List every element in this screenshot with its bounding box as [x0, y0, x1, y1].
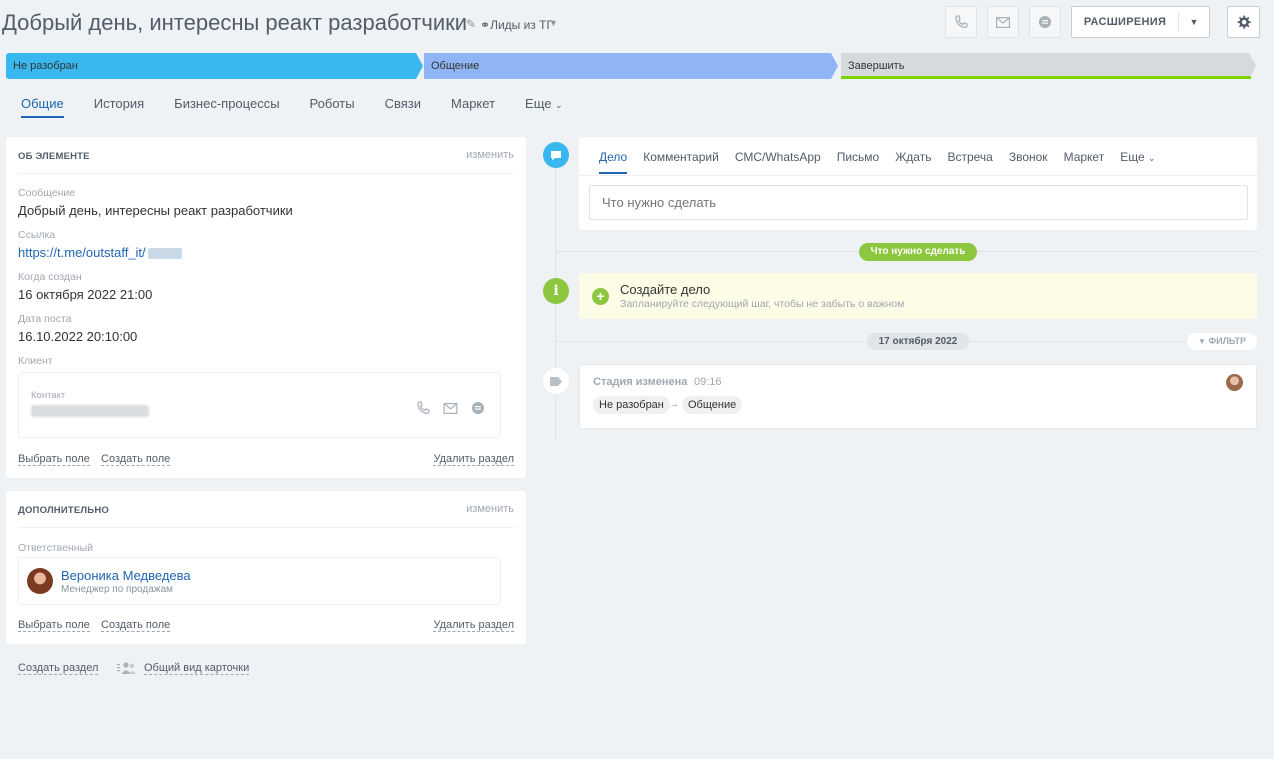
users-icon	[117, 662, 136, 674]
field-label: Дата поста	[18, 313, 72, 325]
redacted-text	[147, 248, 182, 260]
avatar[interactable]	[1226, 374, 1243, 391]
create-section-link[interactable]: Создать раздел	[18, 662, 99, 675]
create-field-link[interactable]: Создать поле	[101, 453, 171, 466]
responsible-position: Менеджер по продажам	[61, 584, 173, 595]
tab-general[interactable]: Общие	[21, 96, 64, 118]
stage-finish-indicator	[841, 76, 1251, 79]
additional-section: ДОПОЛНИТЕЛЬНО изменить Ответственный Вер…	[6, 491, 526, 644]
category-selector[interactable]: ⚭Лиды из ТГ	[480, 18, 553, 32]
composer-tab-sms[interactable]: СМС/WhatsApp	[735, 150, 821, 174]
created-value: 16 октября 2022 21:00	[18, 287, 153, 302]
plus-icon[interactable]: +	[592, 288, 609, 305]
field-label: Ссылка	[18, 229, 56, 241]
chevron-down-icon: ⌄	[555, 100, 563, 110]
phone-icon[interactable]	[416, 401, 430, 415]
tab-robots[interactable]: Роботы	[310, 96, 355, 118]
mail-icon	[996, 16, 1010, 28]
composer-tab-wait[interactable]: Ждать	[895, 150, 931, 174]
phone-icon	[955, 15, 968, 28]
tab-links[interactable]: Связи	[385, 96, 421, 118]
create-task-title: Создайте дело	[620, 282, 711, 297]
date-pill: 17 октября 2022	[867, 333, 969, 350]
section-title: ДОПОЛНИТЕЛЬНО	[18, 505, 109, 516]
link-value[interactable]: https://t.me/outstaff_it/	[18, 245, 182, 260]
chat-icon	[1039, 16, 1051, 28]
contact-name-redacted[interactable]	[31, 405, 149, 417]
gear-icon	[1237, 14, 1251, 29]
event-dot	[543, 368, 569, 394]
event-time: 09:16	[694, 376, 722, 388]
composer-tab-email[interactable]: Письмо	[837, 150, 880, 174]
edit-section-link[interactable]: изменить	[466, 503, 514, 515]
arrow-right-icon: →	[669, 399, 679, 410]
tab-history[interactable]: История	[94, 96, 144, 118]
tag-icon	[550, 376, 562, 386]
email-button[interactable]	[987, 6, 1019, 38]
composer-tab-more[interactable]: Еще ⌄	[1120, 150, 1155, 174]
tab-business-processes[interactable]: Бизнес-процессы	[174, 96, 279, 118]
about-section: ОБ ЭЛЕМЕНТЕ изменить Сообщение Добрый де…	[6, 137, 526, 478]
stage-change-event: Стадия изменена 09:16 Не разобран → Обще…	[579, 364, 1257, 429]
filter-icon: ▼	[1198, 337, 1206, 346]
select-field-link[interactable]: Выбрать поле	[18, 619, 90, 632]
task-input[interactable]	[589, 185, 1248, 220]
composer-tab-meeting[interactable]: Встреча	[947, 150, 992, 174]
chevron-down-icon[interactable]: ▼	[549, 18, 558, 28]
call-button[interactable]	[945, 6, 977, 38]
settings-button[interactable]	[1227, 6, 1260, 38]
stage-new[interactable]: Не разобран	[6, 53, 423, 79]
extensions-button[interactable]: РАСШИРЕНИЯ ▼	[1071, 6, 1210, 38]
delete-section-link[interactable]: Удалить раздел	[433, 453, 514, 466]
create-field-link[interactable]: Создать поле	[101, 619, 171, 632]
create-task-banner[interactable]: + Создайте дело Запланируйте следующий ш…	[579, 273, 1257, 319]
contact-label: Контакт	[31, 390, 66, 401]
select-field-link[interactable]: Выбрать поле	[18, 453, 90, 466]
todo-pill: Что нужно сделать	[859, 243, 977, 261]
field-label: Ответственный	[18, 542, 93, 554]
field-label: Сообщение	[18, 187, 76, 199]
card-view-link[interactable]: Общий вид карточки	[144, 662, 250, 675]
responsible-name[interactable]: Вероника Медведева	[61, 568, 191, 583]
post-date-value: 16.10.2022 20:10:00	[18, 329, 138, 344]
event-title: Стадия изменена	[593, 376, 688, 388]
stage-communication[interactable]: Общение	[424, 53, 838, 79]
chat-bubble-icon	[551, 150, 561, 160]
info-icon: i	[553, 283, 559, 299]
create-task-subtitle: Запланируйте следующий шаг, чтобы не заб…	[620, 298, 905, 310]
activity-composer: Дело Комментарий СМС/WhatsApp Письмо Жда…	[579, 137, 1257, 230]
info-dot: i	[543, 278, 569, 304]
chevron-down-icon: ⌄	[1147, 153, 1156, 163]
link-icon: ⚭	[480, 18, 491, 32]
composer-tab-task[interactable]: Дело	[599, 150, 628, 174]
composer-tab-call[interactable]: Звонок	[1009, 150, 1048, 174]
composer-tab-market[interactable]: Маркет	[1064, 150, 1105, 174]
responsible-person[interactable]: Вероника Медведева Менеджер по продажам	[18, 557, 501, 605]
tab-market[interactable]: Маркет	[451, 96, 495, 118]
client-contact[interactable]: Контакт	[18, 372, 501, 438]
edit-section-link[interactable]: изменить	[466, 149, 514, 161]
field-label: Клиент	[18, 355, 53, 367]
delete-section-link[interactable]: Удалить раздел	[433, 619, 514, 632]
composer-tab-comment[interactable]: Комментарий	[643, 150, 719, 174]
stage-from-badge: Не разобран	[593, 396, 670, 414]
section-title: ОБ ЭЛЕМЕНТЕ	[18, 151, 90, 162]
chat-icon[interactable]	[471, 401, 485, 415]
filter-button[interactable]: ▼ ФИЛЬТР	[1187, 333, 1257, 350]
message-value: Добрый день, интересны реакт разработчик…	[18, 203, 293, 218]
chevron-down-icon[interactable]: ▼	[1179, 17, 1209, 27]
stage-to-badge: Общение	[682, 396, 743, 414]
mail-icon[interactable]	[443, 403, 458, 414]
tab-more[interactable]: Еще ⌄	[525, 96, 563, 118]
edit-title-icon[interactable]: ✎	[466, 17, 476, 31]
card-tabs: Общие История Бизнес-процессы Роботы Свя…	[21, 96, 593, 118]
activity-dot	[543, 142, 569, 168]
field-label: Когда создан	[18, 271, 82, 283]
avatar	[27, 568, 53, 594]
page-title: Добрый день, интересны реакт разработчик…	[2, 10, 468, 35]
chat-button[interactable]	[1029, 6, 1061, 38]
